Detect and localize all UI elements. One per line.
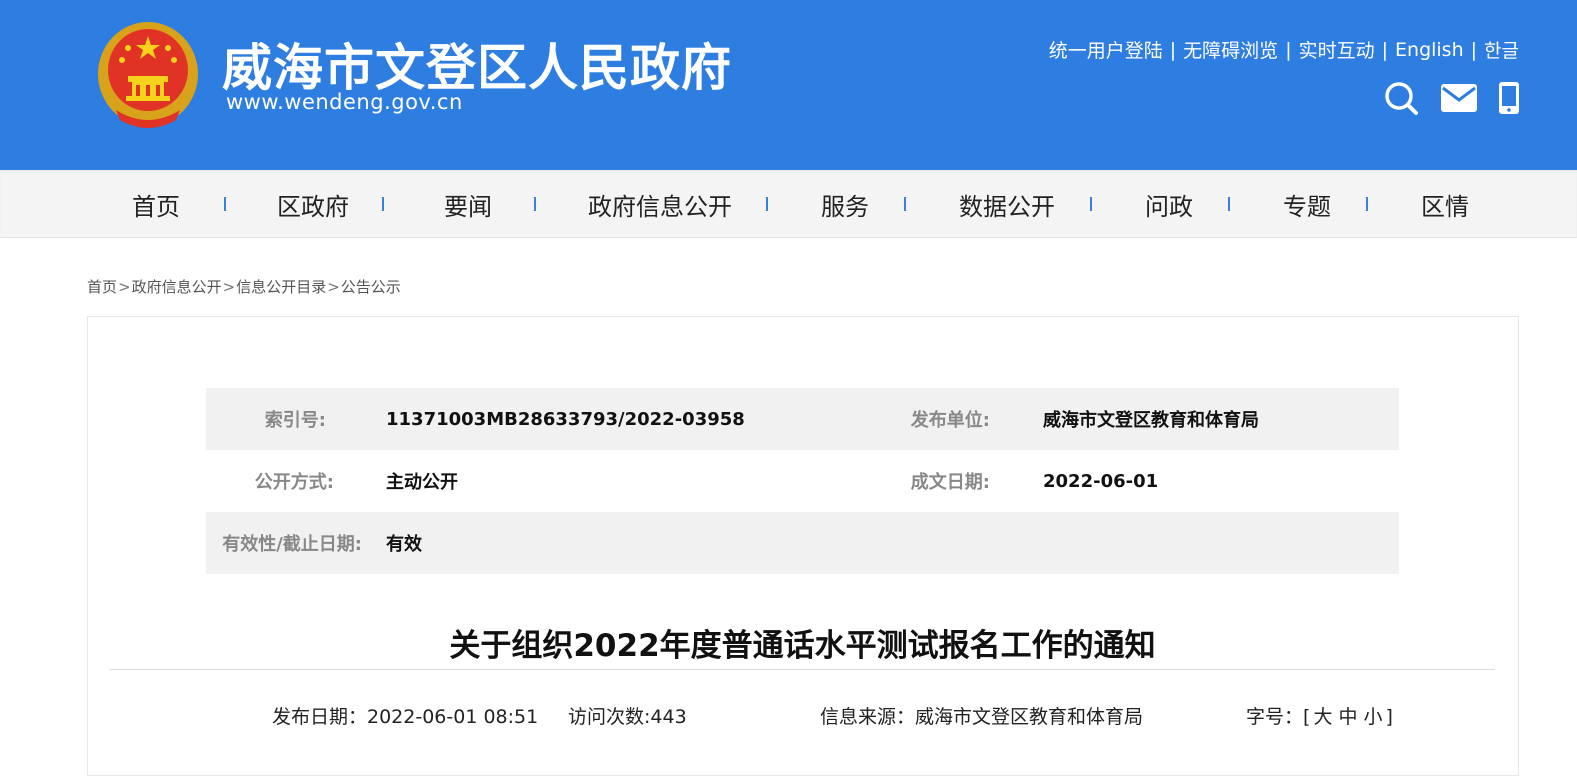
meta-row: 索引号: 11371003MB28633793/2022-03958 发布单位:… xyxy=(206,388,1399,450)
font-size-small-button[interactable]: 小 xyxy=(1363,706,1382,728)
font-size-control: 字号：[大中小] xyxy=(1246,702,1393,729)
site-header: 威海市文登区人民政府 www.wendeng.gov.cn 统一用户登陆 | 无… xyxy=(0,0,1577,170)
nav-item-data[interactable]: 数据公开 xyxy=(940,187,1074,222)
nav-item-inquiry[interactable]: 问政 xyxy=(1126,187,1212,222)
interaction-link[interactable]: 实时互动 xyxy=(1299,36,1375,63)
metadata-table: 索引号: 11371003MB28633793/2022-03958 发布单位:… xyxy=(206,388,1399,574)
breadcrumb-announcements[interactable]: 公告公示 xyxy=(341,278,401,296)
mode-value: 主动公开 xyxy=(386,472,458,493)
breadcrumb-catalog[interactable]: 信息公开目录 xyxy=(236,278,326,296)
accessibility-link[interactable]: 无障碍浏览 xyxy=(1183,36,1278,63)
nav-item-service[interactable]: 服务 xyxy=(802,187,888,222)
breadcrumb-separator: > xyxy=(327,278,340,296)
nav-divider xyxy=(766,197,768,211)
date-value: 2022-06-01 xyxy=(1043,470,1159,492)
breadcrumb-separator: > xyxy=(222,278,236,296)
index-value: 11371003MB28633793/2022-03958 xyxy=(386,408,745,430)
nav-divider xyxy=(382,197,384,211)
nav-divider xyxy=(534,197,536,211)
mail-icon[interactable] xyxy=(1441,84,1477,117)
article-title: 关于组织2022年度普通话水平测试报名工作的通知 xyxy=(449,628,1156,664)
nav-divider xyxy=(224,197,226,211)
breadcrumb: 首页>政府信息公开>信息公开目录>公告公示 xyxy=(87,276,401,297)
title-divider xyxy=(110,669,1495,670)
breadcrumb-separator: > xyxy=(118,278,131,296)
nav-item-topics[interactable]: 专题 xyxy=(1264,187,1350,222)
validity-label: 有效性/截止日期: xyxy=(222,534,362,555)
korean-link[interactable]: 한글 xyxy=(1484,36,1519,63)
font-size-label: 字号： xyxy=(1246,706,1304,728)
nav-item-district-info[interactable]: 区情 xyxy=(1402,187,1488,222)
meta-row: 有效性/截止日期: 有效 xyxy=(206,512,1399,574)
nav-item-news[interactable]: 要闻 xyxy=(418,187,518,222)
link-separator: | xyxy=(1470,38,1478,61)
meta-row: 公开方式: 主动公开 成文日期: 2022-06-01 xyxy=(206,450,1399,512)
index-label: 索引号: xyxy=(264,410,326,431)
breadcrumb-home[interactable]: 首页 xyxy=(87,278,117,296)
date-label: 成文日期: xyxy=(910,472,990,493)
nav-item-gov-info[interactable]: 政府信息公开 xyxy=(570,187,750,222)
link-separator: | xyxy=(1169,38,1177,61)
bracket-close: ] xyxy=(1385,706,1393,728)
top-icons xyxy=(1383,80,1519,121)
publish-date: 发布日期：2022-06-01 08:51 xyxy=(272,706,539,728)
mode-label: 公开方式: xyxy=(254,472,334,493)
nav-item-home[interactable]: 首页 xyxy=(104,187,208,222)
link-separator: | xyxy=(1285,38,1292,61)
link-separator: | xyxy=(1381,38,1389,61)
font-size-large-button[interactable]: 大 xyxy=(1313,706,1332,728)
visit-count: 访问次数:443 xyxy=(568,706,687,728)
nav-divider xyxy=(1366,197,1368,211)
main-nav: 首页 区政府 要闻 政府信息公开 服务 数据公开 问政 专题 区情 xyxy=(0,170,1577,238)
nav-divider xyxy=(1228,197,1230,211)
login-link[interactable]: 统一用户登陆 xyxy=(1049,36,1163,63)
publisher-label: 发布单位: xyxy=(910,410,990,431)
english-link[interactable]: English xyxy=(1395,39,1464,61)
top-links: 统一用户登陆 | 无障碍浏览 | 实时互动 | English | 한글 xyxy=(1049,36,1519,63)
site-url: www.wendeng.gov.cn xyxy=(226,90,463,114)
nav-divider xyxy=(904,197,906,211)
nav-item-district-gov[interactable]: 区政府 xyxy=(260,187,366,222)
publisher-value: 威海市文登区教育和体育局 xyxy=(1043,410,1259,431)
nav-divider xyxy=(1090,197,1092,211)
search-icon[interactable] xyxy=(1383,80,1419,121)
font-size-medium-button[interactable]: 中 xyxy=(1338,706,1357,728)
validity-value: 有效 xyxy=(386,534,422,555)
info-source: 信息来源：威海市文登区教育和体育局 xyxy=(820,706,1144,728)
breadcrumb-gov-info[interactable]: 政府信息公开 xyxy=(132,278,222,296)
national-emblem-logo xyxy=(98,22,198,128)
mobile-icon[interactable] xyxy=(1499,82,1519,119)
bracket-open: [ xyxy=(1303,706,1311,728)
